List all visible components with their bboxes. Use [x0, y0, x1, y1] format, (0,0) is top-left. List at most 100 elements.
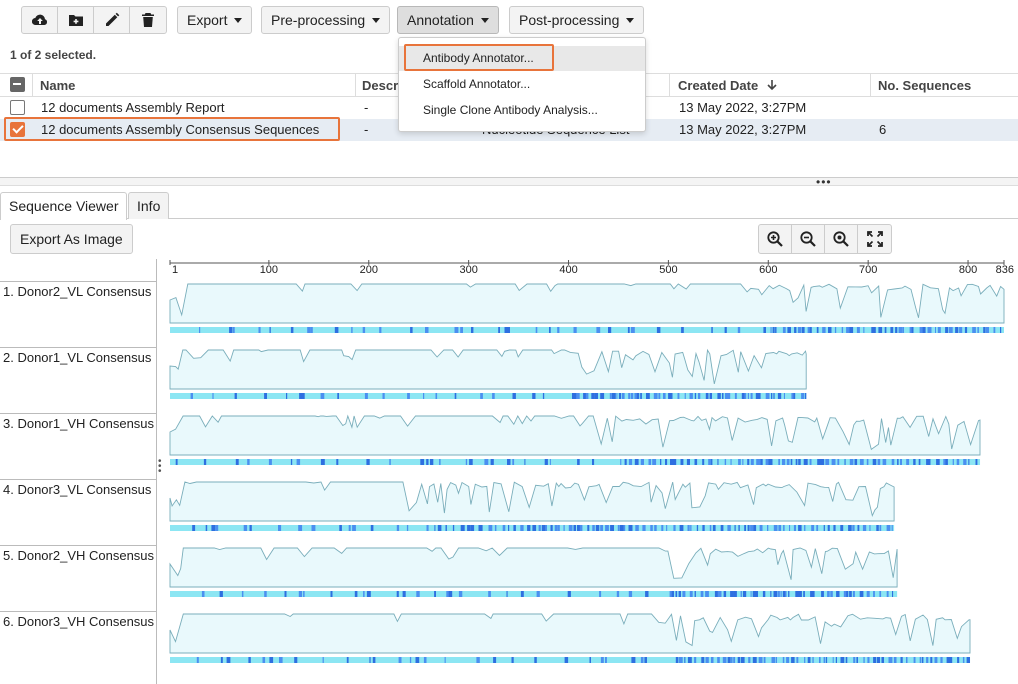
sequence-name[interactable]: 1. Donor2_VL Consensus: [0, 281, 157, 347]
created-date-label: Created Date: [678, 78, 759, 93]
variant-stripe: [758, 393, 761, 399]
sequence-name-panel: 1. Donor2_VL Consensus 2. Donor1_VL Conse…: [0, 259, 157, 684]
export-menu-button[interactable]: Export: [177, 6, 253, 34]
tab-info[interactable]: Info: [128, 192, 170, 219]
variant-stripe: [846, 327, 850, 333]
variant-stripe: [900, 657, 903, 663]
variant-stripe: [322, 657, 324, 663]
variant-stripe: [215, 525, 219, 531]
variant-stripe: [959, 327, 963, 333]
variant-stripe: [955, 327, 959, 333]
zoom-fit-button[interactable]: [825, 225, 858, 253]
row-checkbox[interactable]: [10, 122, 25, 137]
variant-stripe: [364, 393, 368, 399]
variant-stripe: [557, 525, 560, 531]
variant-stripe: [723, 591, 727, 597]
preprocessing-menu-button[interactable]: Pre-processing: [261, 6, 391, 34]
variant-stripe: [379, 327, 382, 333]
variant-stripe: [879, 525, 882, 531]
variant-stripe: [682, 591, 686, 597]
variant-stripe: [717, 459, 719, 465]
variant-stripe: [748, 657, 751, 663]
variant-stripe: [290, 327, 294, 333]
sequence-name[interactable]: 5. Donor2_VH Consensus: [0, 545, 157, 611]
variant-stripe: [520, 591, 524, 597]
variant-stripe: [848, 525, 852, 531]
variant-stripe: [437, 525, 442, 531]
variant-stripe: [821, 591, 824, 597]
variant-stripe: [605, 657, 607, 663]
variant-stripe: [840, 525, 844, 531]
variant-stripe: [594, 393, 598, 399]
variant-stripe: [906, 657, 908, 663]
variant-stripe: [219, 591, 223, 597]
tab-sequence-viewer[interactable]: Sequence Viewer: [0, 192, 128, 220]
fullscreen-button[interactable]: [858, 225, 891, 253]
column-header-sequences[interactable]: No. Sequences: [878, 78, 971, 93]
zoom-in-button[interactable]: [759, 225, 792, 253]
annotation-menu-button[interactable]: Annotation: [397, 6, 499, 34]
sequence-track: [169, 348, 807, 399]
new-folder-button[interactable]: [58, 7, 94, 33]
sequence-bar: [170, 657, 971, 663]
variant-stripe: [741, 657, 745, 663]
variant-stripe: [791, 657, 795, 663]
delete-button[interactable]: [130, 7, 166, 33]
variant-stripe: [609, 393, 612, 399]
sequence-name[interactable]: 2. Donor1_VL Consensus: [0, 347, 157, 413]
variant-stripe: [892, 591, 894, 597]
row-checkbox[interactable]: [10, 100, 25, 115]
variant-stripe: [836, 591, 840, 597]
variant-stripe: [434, 591, 436, 597]
variant-stripe: [415, 657, 420, 663]
variant-stripe: [890, 657, 892, 663]
variant-stripe: [241, 591, 244, 597]
zoom-out-icon: [800, 231, 816, 247]
variant-stripe: [454, 393, 457, 399]
variant-stripe: [771, 657, 775, 663]
sequence-name[interactable]: 3. Donor1_VH Consensus: [0, 413, 157, 479]
postprocessing-menu-button[interactable]: Post-processing: [509, 6, 645, 34]
zoom-out-button[interactable]: [792, 225, 825, 253]
variant-stripe: [201, 591, 205, 597]
variant-stripe: [670, 459, 674, 465]
variant-stripe: [936, 459, 940, 465]
variant-stripe: [759, 525, 763, 531]
panel-splitter[interactable]: •••: [0, 176, 1018, 188]
edit-button[interactable]: [94, 7, 130, 33]
column-header-created-date[interactable]: Created Date: [678, 78, 778, 93]
upload-button[interactable]: [22, 7, 58, 33]
variant-stripe: [658, 393, 661, 399]
menu-item-antibody-annotator[interactable]: Antibody Annotator...: [399, 46, 645, 71]
variant-stripe: [435, 393, 438, 399]
menu-item-single-clone-analysis[interactable]: Single Clone Antibody Analysis...: [399, 98, 645, 123]
variant-stripe: [675, 591, 678, 597]
variant-stripe: [679, 657, 683, 663]
variant-stripe: [780, 591, 782, 597]
sequence-name[interactable]: 4. Donor3_VL Consensus: [0, 479, 157, 545]
variant-stripe: [727, 525, 731, 531]
variant-stripe: [369, 657, 371, 663]
variant-stripe: [919, 657, 922, 663]
variant-stripe: [1000, 327, 1002, 333]
variant-stripe: [262, 657, 266, 663]
export-as-image-button[interactable]: Export As Image: [10, 224, 133, 254]
variant-stripe: [541, 525, 546, 531]
variant-stripe: [948, 327, 953, 333]
sequence-name[interactable]: 6. Donor3_VH Consensus: [0, 611, 157, 677]
column-header-name[interactable]: Name: [40, 78, 75, 93]
sequence-track: [169, 414, 981, 465]
variant-stripe: [863, 327, 865, 333]
select-all-checkbox[interactable]: [10, 77, 25, 92]
menu-item-scaffold-annotator[interactable]: Scaffold Annotator...: [399, 72, 645, 97]
variant-stripe: [940, 657, 943, 663]
resize-handle-icon[interactable]: • • •: [158, 457, 164, 477]
variant-stripe: [469, 459, 473, 465]
variant-stripe: [605, 525, 609, 531]
sequence-track: [169, 547, 898, 597]
variant-stripe: [301, 393, 305, 399]
variant-stripe: [803, 591, 805, 597]
variant-stripe: [760, 459, 763, 465]
column-header-description[interactable]: Descri: [362, 78, 402, 93]
variant-stripe: [828, 327, 832, 333]
